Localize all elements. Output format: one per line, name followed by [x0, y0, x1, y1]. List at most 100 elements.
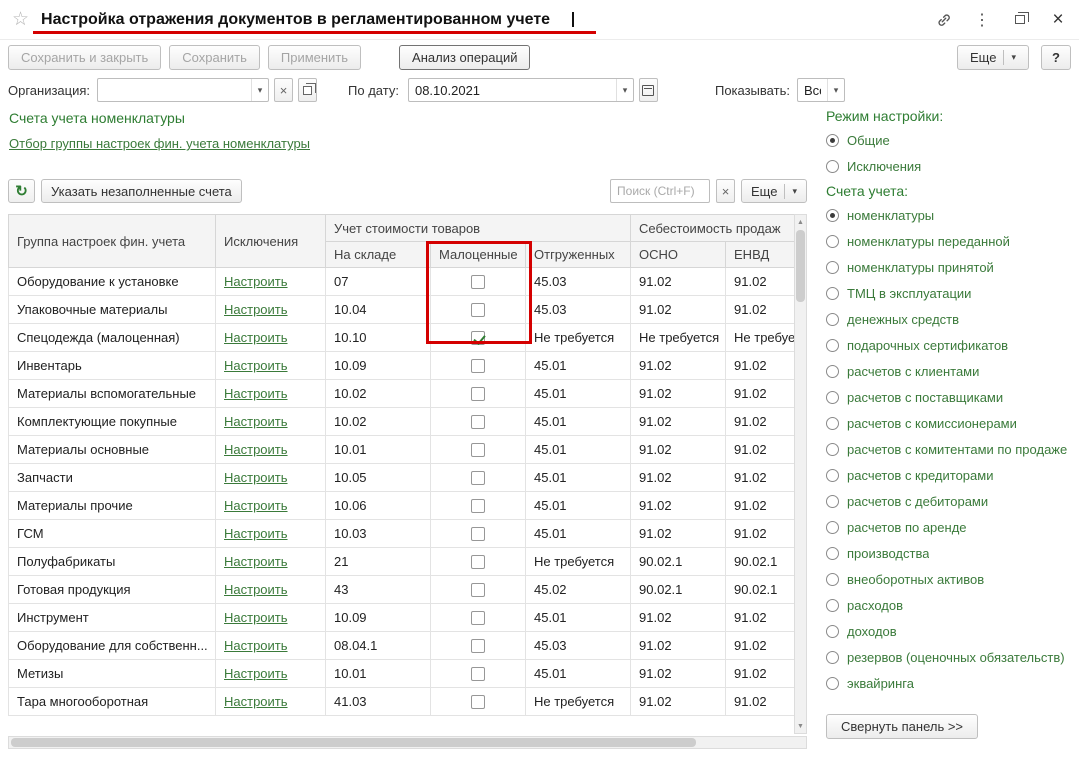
configure-link[interactable]: Настроить [224, 470, 288, 485]
radio-option[interactable]: расчетов с дебиторами [826, 494, 1074, 509]
table-row[interactable]: Инструмент Настроить 10.09 45.01 91.02 9… [8, 603, 796, 632]
header-osno[interactable]: ОСНО [630, 241, 727, 268]
help-button[interactable]: ? [1041, 44, 1071, 70]
radio-option[interactable]: расчетов с кредиторами [826, 468, 1074, 483]
configure-link[interactable]: Настроить [224, 274, 288, 289]
header-cost-of-sales[interactable]: Себестоимость продаж [630, 214, 796, 242]
configure-link[interactable]: Настроить [224, 526, 288, 541]
configure-link[interactable]: Настроить [224, 498, 288, 513]
table-row[interactable]: Материалы вспомогательные Настроить 10.0… [8, 379, 796, 408]
radio-option[interactable]: производства [826, 546, 1074, 561]
analysis-operations-button[interactable]: Анализ операций [399, 44, 531, 70]
configure-link[interactable]: Настроить [224, 414, 288, 429]
organization-dropdown-icon[interactable]: ▾ [251, 79, 268, 101]
radio-option[interactable]: резервов (оценочных обязательств) [826, 650, 1074, 665]
configure-link[interactable]: Настроить [224, 358, 288, 373]
radio-option[interactable]: Исключения [826, 159, 1074, 174]
lowvalue-checkbox[interactable] [471, 611, 485, 626]
configure-link[interactable]: Настроить [224, 638, 288, 653]
collapse-panel-button[interactable]: Свернуть панель >> [826, 714, 979, 739]
save-and-close-button[interactable]: Сохранить и закрыть [8, 44, 162, 70]
vertical-scrollbar[interactable]: ▲ ▼ [794, 214, 807, 734]
configure-link[interactable]: Настроить [224, 694, 288, 709]
table-row[interactable]: Материалы прочие Настроить 10.06 45.01 9… [8, 491, 796, 520]
lowvalue-checkbox[interactable] [471, 331, 485, 346]
lowvalue-checkbox[interactable] [471, 695, 485, 710]
horizontal-scrollbar[interactable] [8, 736, 807, 749]
show-combo[interactable]: ▾ [796, 78, 845, 102]
radio-option[interactable]: подарочных сертификатов [826, 338, 1074, 353]
lowvalue-checkbox[interactable] [471, 359, 485, 374]
horizontal-scroll-thumb[interactable] [11, 738, 696, 747]
radio-option[interactable]: номенклатуры переданной [826, 234, 1074, 249]
radio-option[interactable]: расчетов с комиссионерами [826, 416, 1074, 431]
scroll-down-icon[interactable]: ▼ [797, 719, 804, 733]
configure-link[interactable]: Настроить [224, 330, 288, 345]
table-row[interactable]: Полуфабрикаты Настроить 21 Не требуется … [8, 547, 796, 576]
header-shipped[interactable]: Отгруженных [524, 241, 632, 268]
header-warehouse[interactable]: На складе [325, 241, 431, 268]
vertical-scroll-thumb[interactable] [796, 230, 805, 302]
lowvalue-checkbox[interactable] [471, 527, 485, 542]
lowvalue-checkbox[interactable] [471, 471, 485, 486]
header-goods-cost[interactable]: Учет стоимости товаров [324, 214, 632, 242]
date-dropdown-icon[interactable]: ▾ [615, 79, 633, 101]
table-row[interactable]: Метизы Настроить 10.01 45.01 91.02 91.02 [8, 659, 796, 688]
organization-combo[interactable]: ▾ [97, 78, 270, 102]
table-row[interactable]: Инвентарь Настроить 10.09 45.01 91.02 91… [8, 351, 796, 380]
table-row[interactable]: Спецодежда (малоценная) Настроить 10.10 … [8, 323, 796, 352]
header-exceptions[interactable]: Исключения [215, 214, 326, 268]
lowvalue-checkbox[interactable] [471, 415, 485, 430]
configure-link[interactable]: Настроить [224, 582, 288, 597]
date-combo[interactable]: ▾ [407, 78, 634, 102]
radio-option[interactable]: расчетов по аренде [826, 520, 1074, 535]
configure-link[interactable]: Настроить [224, 610, 288, 625]
table-row[interactable]: Тара многооборотная Настроить 41.03 Не т… [8, 687, 796, 716]
radio-option[interactable]: Общие [826, 133, 1074, 148]
lowvalue-checkbox[interactable] [471, 275, 485, 290]
date-input[interactable] [408, 82, 616, 98]
show-input[interactable] [797, 82, 827, 98]
search-input[interactable] [611, 184, 710, 198]
get-link-icon[interactable] [935, 11, 953, 29]
lowvalue-checkbox[interactable] [471, 555, 485, 570]
search-box[interactable] [610, 179, 711, 203]
table-row[interactable]: Оборудование для собственн... Настроить … [8, 631, 796, 660]
configure-link[interactable]: Настроить [224, 442, 288, 457]
header-group[interactable]: Группа настроек фин. учета [8, 214, 216, 268]
radio-option[interactable]: номенклатуры принятой [826, 260, 1074, 275]
radio-option[interactable]: эквайринга [826, 676, 1074, 691]
radio-option[interactable]: расчетов с клиентами [826, 364, 1074, 379]
table-row[interactable]: Материалы основные Настроить 10.01 45.01… [8, 435, 796, 464]
scroll-up-icon[interactable]: ▲ [797, 215, 804, 229]
refresh-button[interactable]: ↻ [8, 179, 35, 203]
radio-option[interactable]: расходов [826, 598, 1074, 613]
configure-link[interactable]: Настроить [224, 302, 288, 317]
configure-link[interactable]: Настроить [224, 666, 288, 681]
search-clear-button[interactable]: × [716, 179, 736, 203]
radio-option[interactable]: денежных средств [826, 312, 1074, 327]
table-row[interactable]: Упаковочные материалы Настроить 10.04 45… [8, 295, 796, 324]
table-row[interactable]: Запчасти Настроить 10.05 45.01 91.02 91.… [8, 463, 796, 492]
table-more-button[interactable]: Еще ▾ [741, 179, 807, 203]
header-envd[interactable]: ЕНВД [725, 241, 796, 268]
lowvalue-checkbox[interactable] [471, 303, 485, 318]
organization-clear-button[interactable]: × [274, 78, 294, 102]
header-low-value[interactable]: Малоценные [430, 241, 526, 268]
table-row[interactable]: Комплектующие покупные Настроить 10.02 4… [8, 407, 796, 436]
configure-link[interactable]: Настроить [224, 554, 288, 569]
close-window-icon[interactable]: × [1049, 9, 1067, 30]
radio-option[interactable]: номенклатуры [826, 208, 1074, 223]
save-button[interactable]: Сохранить [169, 44, 260, 70]
filter-groups-link[interactable]: Отбор группы настроек фин. учета номенкл… [9, 136, 310, 151]
lowvalue-checkbox[interactable] [471, 667, 485, 682]
show-dropdown-icon[interactable]: ▾ [826, 79, 844, 101]
favorite-star-icon[interactable]: ☆ [12, 8, 29, 31]
radio-option[interactable]: внеоборотных активов [826, 572, 1074, 587]
lowvalue-checkbox[interactable] [471, 583, 485, 598]
configure-link[interactable]: Настроить [224, 386, 288, 401]
lowvalue-checkbox[interactable] [471, 639, 485, 654]
organization-open-button[interactable] [298, 78, 318, 102]
table-row[interactable]: ГСМ Настроить 10.03 45.01 91.02 91.02 [8, 519, 796, 548]
radio-option[interactable]: доходов [826, 624, 1074, 639]
